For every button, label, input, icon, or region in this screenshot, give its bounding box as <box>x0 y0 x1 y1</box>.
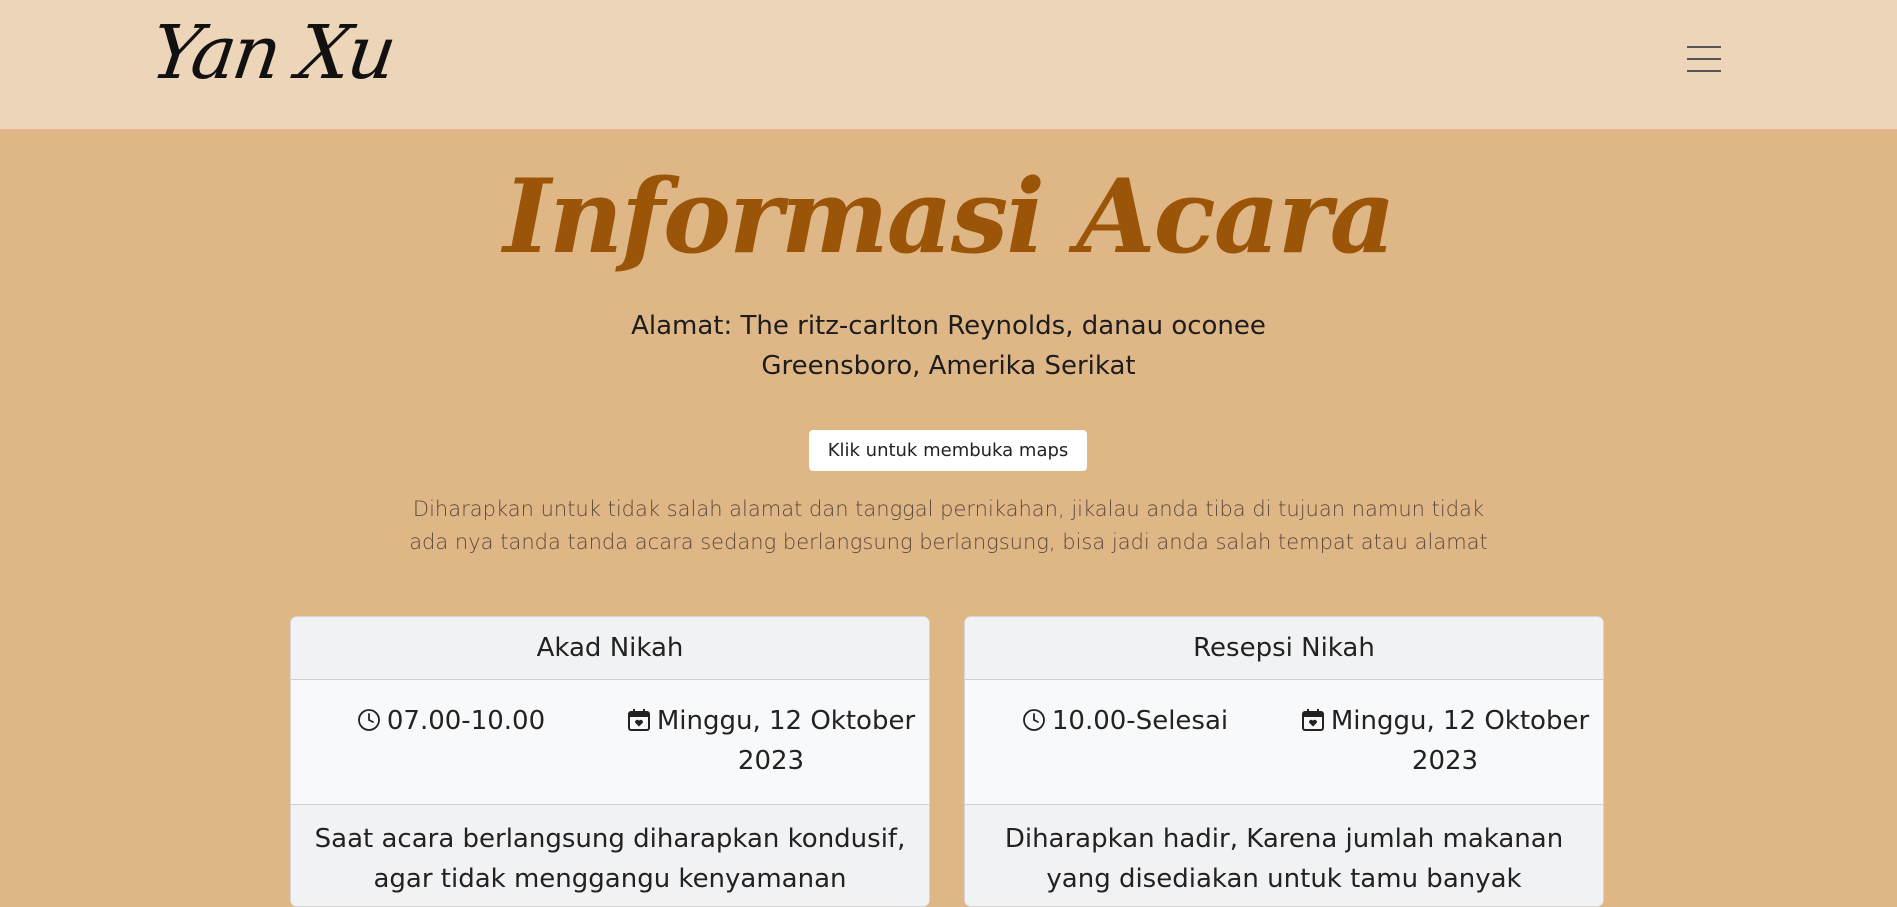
note-line: Diharapkan untuk tidak salah alamat dan … <box>412 497 1485 521</box>
calendar-heart-icon <box>1301 708 1324 731</box>
event-date: Minggu, 12 Oktober 2023 <box>611 701 929 781</box>
date-text: Minggu, 12 Oktober <box>1330 706 1590 736</box>
card-note-line: Diharapkan hadir, Karena jumlah makanan <box>1004 824 1564 854</box>
event-time: 10.00-Selesai <box>965 701 1285 741</box>
open-maps-button[interactable]: Klik untuk membuka maps <box>809 430 1087 471</box>
menu-line <box>1687 58 1721 60</box>
clock-icon <box>1022 708 1045 731</box>
event-card-resepsi: Resepsi Nikah 10.00-Selesai Minggu, 12 O… <box>964 616 1604 907</box>
card-title: Resepsi Nikah <box>965 617 1603 680</box>
event-address: Alamat: The ritz-carlton Reynolds, danau… <box>0 306 1897 386</box>
date-year: 2023 <box>1411 746 1479 776</box>
event-time: 07.00-10.00 <box>291 701 611 741</box>
note-line: ada nya tanda tanda acara sedang berlang… <box>409 530 1488 554</box>
event-card-akad: Akad Nikah 07.00-10.00 Minggu, 12 Oktobe… <box>290 616 930 907</box>
navbar: Yan Xu <box>0 0 1897 129</box>
card-note-line: yang disediakan untuk tamu banyak <box>1046 864 1522 894</box>
menu-line <box>1687 70 1721 72</box>
address-line: Alamat: The ritz-carlton Reynolds, danau… <box>631 311 1266 341</box>
card-details: 10.00-Selesai Minggu, 12 Oktober 2023 <box>965 680 1603 805</box>
menu-line <box>1687 46 1721 48</box>
event-date: Minggu, 12 Oktober 2023 <box>1285 701 1603 781</box>
time-text: 10.00-Selesai <box>1051 706 1229 736</box>
card-note-line: Saat acara berlangsung diharapkan kondus… <box>314 824 906 854</box>
date-year: 2023 <box>737 746 805 776</box>
section-title: Informasi Acara <box>503 157 1395 277</box>
card-details: 07.00-10.00 Minggu, 12 Oktober 2023 <box>291 680 929 805</box>
card-note: Saat acara berlangsung diharapkan kondus… <box>291 805 929 906</box>
calendar-heart-icon <box>627 708 650 731</box>
address-note: Diharapkan untuk tidak salah alamat dan … <box>400 493 1497 559</box>
hamburger-menu-icon[interactable] <box>1676 36 1732 82</box>
card-note: Diharapkan hadir, Karena jumlah makanan … <box>965 805 1603 906</box>
clock-icon <box>357 708 380 731</box>
brand-logo[interactable]: Yan Xu <box>146 8 399 98</box>
date-text: Minggu, 12 Oktober <box>656 706 916 736</box>
card-title: Akad Nikah <box>291 617 929 680</box>
card-note-line: agar tidak menggangu kenyamanan <box>373 864 847 894</box>
address-line: Greensboro, Amerika Serikat <box>761 351 1136 381</box>
time-text: 07.00-10.00 <box>386 706 546 736</box>
